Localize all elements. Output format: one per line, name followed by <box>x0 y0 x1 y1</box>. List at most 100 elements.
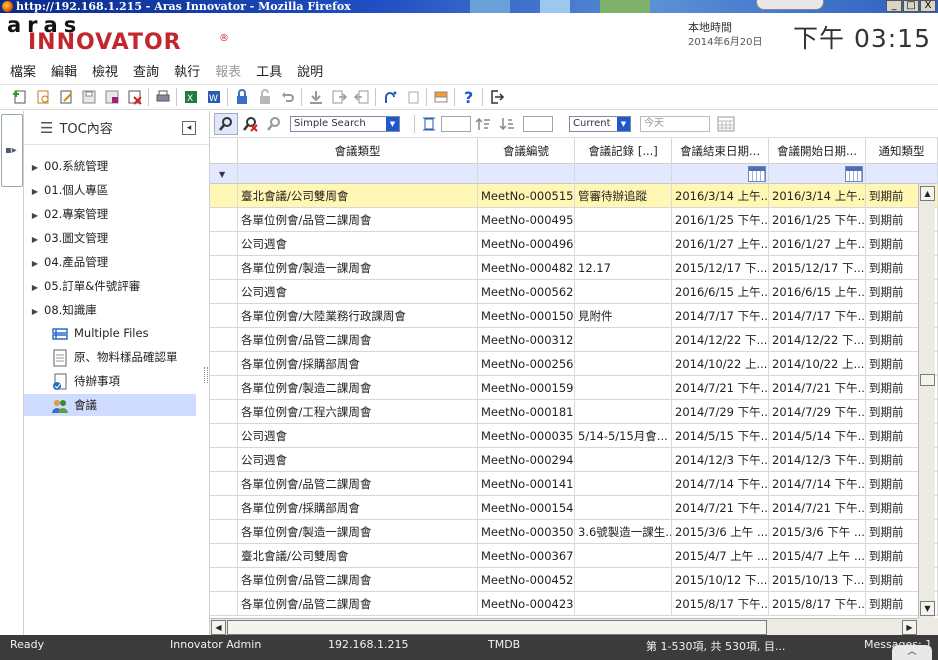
row-selector[interactable] <box>210 520 238 544</box>
run-search-button[interactable] <box>214 113 238 135</box>
table-row[interactable]: 臺北會議/公司雙周會 MeetNo-000515 管審待辦追蹤 2016/3/14 上… <box>210 184 938 208</box>
table-row[interactable]: 各單位例會/品管二課周會 MeetNo-000141 2014/7/14 下午...… <box>210 472 938 496</box>
undo-button[interactable] <box>276 86 299 108</box>
browser-tab-handle[interactable] <box>756 0 824 10</box>
filter-meeting-type[interactable] <box>238 164 478 184</box>
toc-folder[interactable]: ▶ 00.系統管理 <box>24 155 196 177</box>
unlock-button[interactable] <box>253 86 276 108</box>
row-selector[interactable] <box>210 280 238 304</box>
table-row[interactable]: 各單位例會/品管二課周會 MeetNo-000495 2016/1/25 下午...… <box>210 208 938 232</box>
copy-button[interactable] <box>401 86 424 108</box>
page-size-button[interactable] <box>417 113 441 135</box>
version-filter-select[interactable]: Current ▼ <box>569 116 631 132</box>
column-header-start-date[interactable]: 會議開始日期... <box>769 138 866 164</box>
table-row[interactable]: 各單位例會/製造一課周會 MeetNo-000350 3.6號製造一課生... 201… <box>210 520 938 544</box>
table-row[interactable]: 各單位例會/大陸業務行政課周會 MeetNo-000150 見附件 2014/7/17… <box>210 304 938 328</box>
close-window-button[interactable]: X <box>920 0 936 12</box>
filter-end-date[interactable] <box>672 164 769 184</box>
calendar-icon[interactable] <box>748 166 766 182</box>
scroll-down-button[interactable]: ▼ <box>920 601 935 616</box>
table-row[interactable]: 各單位例會/品管二課周會 MeetNo-000423 2015/8/17 下午...… <box>210 592 938 616</box>
filter-menu-cell[interactable]: ▼ <box>210 164 238 184</box>
table-row[interactable]: 公司週會 MeetNo-000496 2016/1/27 上午... 2016/1/2… <box>210 232 938 256</box>
row-selector[interactable] <box>210 232 238 256</box>
row-selector[interactable] <box>210 256 238 280</box>
table-row[interactable]: 各單位例會/工程六課周會 MeetNo-000181 2014/7/29 下午...… <box>210 400 938 424</box>
table-row[interactable]: 公司週會 MeetNo-000562 2016/6/15 上午... 2016/6/1… <box>210 280 938 304</box>
column-header-end-date[interactable]: 會議結束日期... <box>672 138 769 164</box>
menu-search[interactable]: 查詢 <box>133 62 159 84</box>
promote-button[interactable] <box>327 86 350 108</box>
export-excel-button[interactable]: X <box>179 86 202 108</box>
toc-item-todo[interactable]: 待辦事項 <box>24 370 196 392</box>
table-row[interactable]: 各單位例會/品管二課周會 MeetNo-000312 2014/12/22 下...… <box>210 328 938 352</box>
row-selector[interactable] <box>210 496 238 520</box>
toc-folder[interactable]: ▶ 01.個人專區 <box>24 179 196 201</box>
horizontal-scrollbar[interactable]: ◀ ▶ <box>210 618 918 635</box>
toc-item-material-sample[interactable]: 原、物料樣品確認單 <box>24 346 196 368</box>
toc-folder[interactable]: ▶ 05.訂單&件號評審 <box>24 275 196 297</box>
menu-tools[interactable]: 工具 <box>256 62 282 84</box>
row-selector[interactable] <box>210 448 238 472</box>
max-results-input[interactable] <box>523 116 553 132</box>
column-header-meeting-no[interactable]: 會議編號 <box>478 138 575 164</box>
scroll-up-button[interactable]: ▲ <box>920 186 935 201</box>
help-button[interactable]: ? <box>457 86 480 108</box>
demote-button[interactable] <box>350 86 373 108</box>
new-item-button[interactable] <box>8 86 31 108</box>
row-selector[interactable] <box>210 328 238 352</box>
table-row[interactable]: 各單位例會/製造二課周會 MeetNo-000159 2014/7/21 下午...… <box>210 376 938 400</box>
menu-file[interactable]: 檔案 <box>10 62 36 84</box>
column-header-meeting-type[interactable]: 會議類型 <box>238 138 478 164</box>
page-size-input[interactable] <box>441 116 471 132</box>
toc-folder[interactable]: ▶ 02.專案管理 <box>24 203 196 225</box>
lock-button[interactable] <box>230 86 253 108</box>
sort-descending-button[interactable] <box>495 113 519 135</box>
row-selector[interactable] <box>210 304 238 328</box>
table-row[interactable]: 各單位例會/品管二課周會 MeetNo-000452 2015/10/12 下...… <box>210 568 938 592</box>
table-row[interactable]: 公司週會 MeetNo-000035 5/14-5/15月會... 2014/5/15… <box>210 424 938 448</box>
minimize-button[interactable]: _ <box>886 0 902 12</box>
vertical-scrollbar[interactable]: ▲ ▼ <box>918 184 935 618</box>
filter-start-date[interactable] <box>769 164 866 184</box>
panel-splitter[interactable] <box>204 367 208 383</box>
row-selector[interactable] <box>210 424 238 448</box>
search-mode-select[interactable]: Simple Search ▼ <box>290 116 400 132</box>
save-button[interactable] <box>77 86 100 108</box>
filter-meeting-record[interactable] <box>575 164 672 184</box>
row-selector[interactable] <box>210 568 238 592</box>
expand-status-icon[interactable]: ︿ <box>892 645 932 660</box>
menu-actions[interactable]: 執行 <box>174 62 200 84</box>
sort-ascending-button[interactable] <box>471 113 495 135</box>
toc-item-meeting[interactable]: 會議 <box>24 394 196 416</box>
saved-search-button[interactable] <box>262 113 286 135</box>
row-selector[interactable] <box>210 544 238 568</box>
filter-meeting-no[interactable] <box>478 164 575 184</box>
maximize-button[interactable]: □ <box>903 0 919 12</box>
row-selector[interactable] <box>210 472 238 496</box>
row-selector[interactable] <box>210 400 238 424</box>
collapse-toc-button[interactable]: ◂ <box>182 121 196 135</box>
export-word-button[interactable]: W <box>202 86 225 108</box>
column-header-notify-type[interactable]: 通知類型 <box>866 138 938 164</box>
row-selector[interactable] <box>210 376 238 400</box>
clear-search-button[interactable] <box>238 113 262 135</box>
save-close-button[interactable] <box>100 86 123 108</box>
download-button[interactable] <box>304 86 327 108</box>
table-row[interactable]: 各單位例會/製造一課周會 MeetNo-000482 12.17 2015/12/17… <box>210 256 938 280</box>
column-header-meeting-record[interactable]: 會議記錄 [...] <box>575 138 672 164</box>
edit-item-button[interactable] <box>54 86 77 108</box>
table-row[interactable]: 各單位例會/採購部周會 MeetNo-000256 2014/10/22 上... 2… <box>210 352 938 376</box>
toc-folder[interactable]: ▶ 03.圖文管理 <box>24 227 196 249</box>
menu-help[interactable]: 說明 <box>297 62 323 84</box>
table-row[interactable]: 各單位例會/採購部周會 MeetNo-000154 2014/7/21 下午... 2… <box>210 496 938 520</box>
horizontal-scroll-thumb[interactable] <box>227 620 767 635</box>
scroll-left-button[interactable]: ◀ <box>211 620 226 635</box>
calendar-icon[interactable] <box>845 166 863 182</box>
filter-notify-type[interactable] <box>866 164 938 184</box>
menu-view[interactable]: 檢視 <box>92 62 118 84</box>
hamburger-icon[interactable]: ☰ <box>40 119 53 137</box>
toc-folder[interactable]: ▶ 08.知識庫 <box>24 299 196 321</box>
print-button[interactable] <box>151 86 174 108</box>
logout-button[interactable] <box>485 86 508 108</box>
